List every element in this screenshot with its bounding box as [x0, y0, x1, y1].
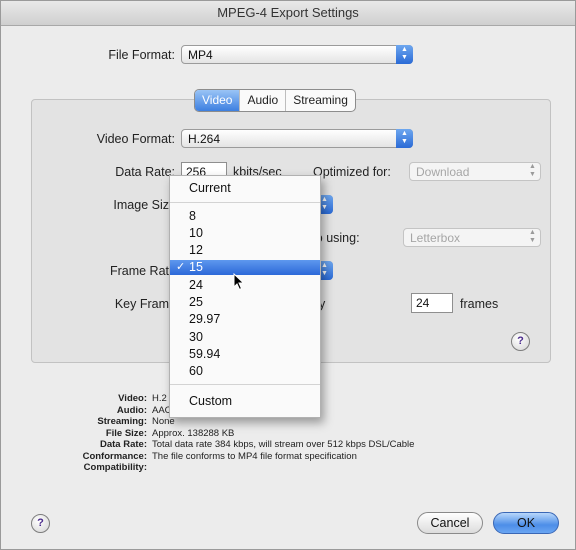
- window-title: MPEG-4 Export Settings: [1, 1, 575, 26]
- ok-button[interactable]: OK: [493, 512, 559, 534]
- video-format-popup[interactable]: H.264 ▲ ▼: [181, 129, 413, 148]
- file-format-value: MP4: [188, 48, 213, 62]
- summary-value: Approx. 138288 KB: [152, 427, 235, 439]
- menu-item-8[interactable]: 8: [170, 209, 320, 224]
- menu-item-24[interactable]: 24: [170, 278, 320, 293]
- summary-key: File Size:: [105, 427, 147, 439]
- cancel-button[interactable]: Cancel: [417, 512, 483, 534]
- video-format-label: Video Format:: [96, 132, 175, 146]
- menu-item-10[interactable]: 10: [170, 226, 320, 241]
- tab-bar: Video Audio Streaming: [194, 89, 356, 112]
- menu-item-15-selected[interactable]: ✓ 15: [170, 260, 320, 275]
- optimized-for-value: Download: [416, 165, 470, 179]
- frame-rate-menu: Current 8 10 12 ✓ 15 24 25 29.97 30 59.9…: [169, 175, 321, 418]
- menu-item-current[interactable]: Current: [170, 181, 320, 196]
- export-settings-window: MPEG-4 Export Settings File Format: MP4 …: [0, 0, 576, 550]
- updown-arrows-icon: ▲ ▼: [396, 45, 413, 64]
- key-frame-input[interactable]: 24: [411, 293, 453, 313]
- checkmark-icon: ✓: [176, 261, 186, 273]
- summary-key: Streaming:: [97, 416, 147, 427]
- summary-value: The file conforms to MP4 file format spe…: [152, 450, 357, 462]
- summary-row: Data Rate: Total data rate 384 kbps, will…: [31, 439, 551, 451]
- panel-help-icon[interactable]: ?: [511, 332, 530, 351]
- updown-arrows-icon: ▲ ▼: [529, 229, 536, 244]
- summary-key: Video:: [118, 393, 147, 404]
- file-format-label: File Format:: [108, 48, 175, 62]
- menu-item-29-97[interactable]: 29.97: [170, 312, 320, 327]
- updown-arrows-icon: ▲ ▼: [396, 129, 413, 148]
- updown-arrows-icon: ▲ ▼: [529, 163, 536, 178]
- mouse-pointer-icon: [233, 273, 245, 291]
- summary-row: File Size: Approx. 138288 KB: [31, 428, 551, 440]
- file-format-popup[interactable]: MP4 ▲ ▼: [181, 45, 413, 64]
- summary-row: Compatibility:: [31, 462, 551, 474]
- menu-item-60[interactable]: 60: [170, 364, 320, 379]
- summary-key: Conformance:: [82, 450, 147, 462]
- image-size-label: Image Siz: [113, 198, 169, 212]
- aspect-ratio-popup[interactable]: Letterbox ▲ ▼: [403, 228, 541, 247]
- menu-item-12[interactable]: 12: [170, 243, 320, 258]
- tab-streaming[interactable]: Streaming: [285, 90, 355, 111]
- summary-key: Audio:: [116, 404, 147, 416]
- summary-value: [152, 462, 551, 474]
- menu-item-label: 15: [189, 260, 203, 274]
- menu-item-59-94[interactable]: 59.94: [170, 347, 320, 362]
- aspect-ratio-value: Letterbox: [410, 231, 461, 245]
- summary-row: Conformance: The file conforms to MP4 fil…: [31, 451, 551, 463]
- tab-audio[interactable]: Audio: [239, 90, 285, 111]
- tab-video[interactable]: Video: [195, 90, 240, 111]
- key-frame-label: Key Fram: [114, 297, 169, 311]
- menu-item-custom[interactable]: Custom: [170, 394, 320, 409]
- summary-value: Total data rate 384 kbps, will stream ov…: [152, 439, 415, 450]
- optimized-for-label: Optimized for:: [313, 165, 391, 179]
- key-frame-units: frames: [460, 297, 499, 311]
- video-format-value: H.264: [188, 132, 221, 146]
- menu-item-25[interactable]: 25: [170, 295, 320, 310]
- summary-key: Compatibility:: [83, 462, 147, 473]
- menu-separator: [170, 384, 320, 385]
- dialog-help-icon[interactable]: ?: [31, 514, 50, 533]
- menu-item-30[interactable]: 30: [170, 330, 320, 345]
- menu-separator: [170, 202, 320, 203]
- data-rate-label: Data Rate:: [115, 165, 175, 179]
- optimized-for-popup[interactable]: Download ▲ ▼: [409, 162, 541, 181]
- frame-rate-label: Frame Rat: [109, 264, 169, 278]
- summary-key: Data Rate:: [100, 439, 147, 450]
